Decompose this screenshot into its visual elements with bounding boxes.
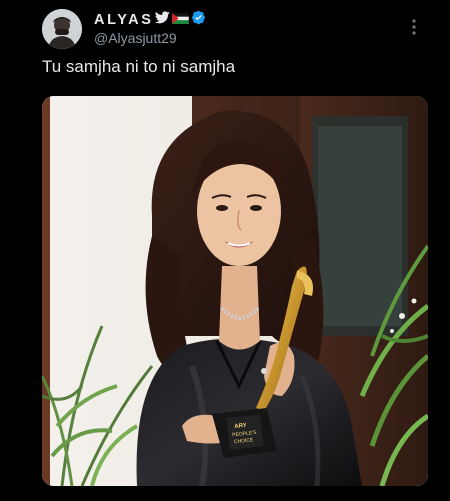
author-names: ALYAS @Alyasjutt29 (94, 10, 206, 46)
tweet-media-photo[interactable]: ARY PEOPLE'S CHOICE (42, 96, 428, 486)
tweet-card[interactable]: ALYAS @Alyasjutt29 Tu samjha ni to ni sa… (0, 0, 450, 501)
flag-icon (172, 11, 190, 29)
display-name[interactable]: ALYAS (94, 12, 153, 28)
photo-illustration: ARY PEOPLE'S CHOICE (42, 96, 428, 486)
tweet-header: ALYAS @Alyasjutt29 (42, 8, 434, 49)
tweet-text: Tu samjha ni to ni samjha (42, 57, 236, 76)
verified-icon (191, 10, 206, 30)
more-options-icon[interactable] (406, 17, 422, 37)
bird-icon (155, 10, 171, 29)
display-name-row: ALYAS (94, 10, 206, 29)
author-handle[interactable]: @Alyasjutt29 (94, 30, 206, 46)
avatar[interactable] (42, 9, 82, 49)
